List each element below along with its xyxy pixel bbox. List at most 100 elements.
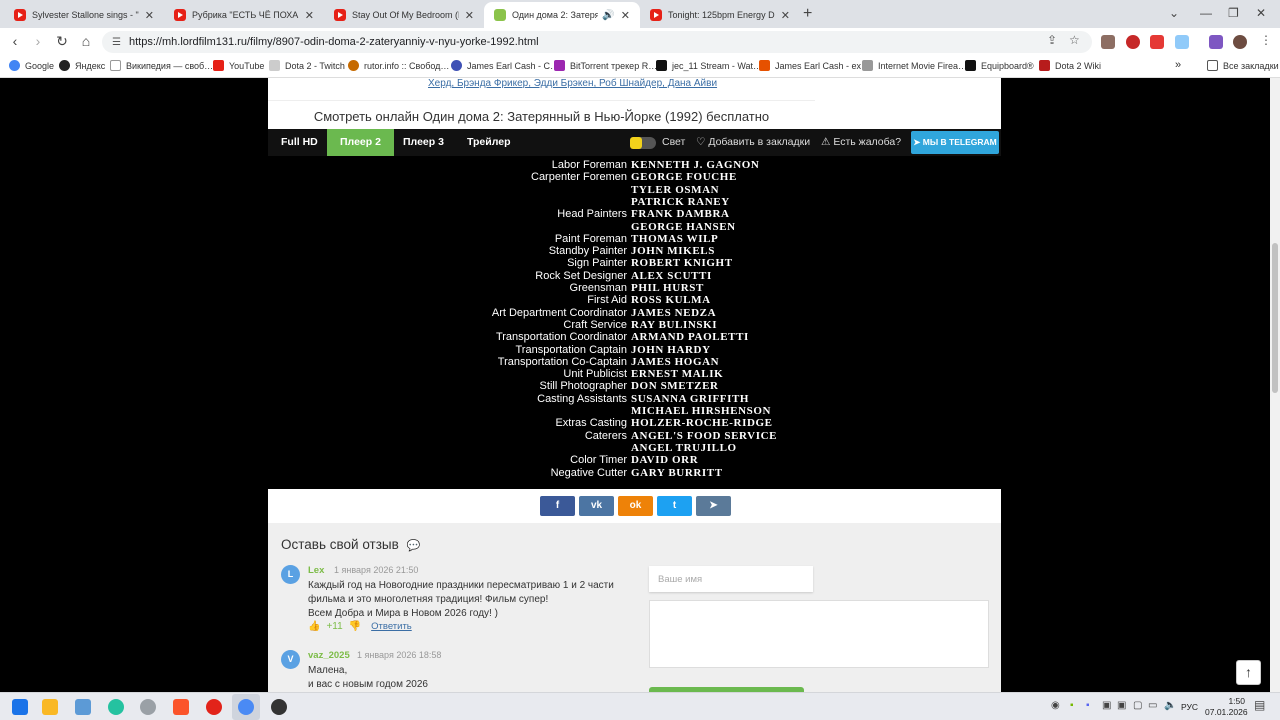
reply-link[interactable]: Ответить <box>371 621 412 632</box>
browser-tab[interactable]: Sylvester Stallone sings - "Drink ✕ <box>4 2 164 28</box>
extension-icon[interactable] <box>1150 35 1164 49</box>
back-icon[interactable]: ‹ <box>6 33 24 49</box>
chrome-icon[interactable] <box>238 699 254 715</box>
light-toggle[interactable] <box>630 137 656 149</box>
bookmark-star-icon[interactable]: ☆ <box>1069 33 1080 47</box>
page-scrollbar[interactable] <box>1270 78 1280 692</box>
bookmark-item[interactable]: jec_11 Stream - Wat… <box>656 60 762 71</box>
tiktok-icon[interactable] <box>108 699 124 715</box>
comment-textarea[interactable] <box>649 600 989 668</box>
bookmark-item[interactable]: BitTorrent трекер R… <box>554 60 657 71</box>
language-indicator[interactable]: РУС <box>1181 702 1198 712</box>
share-button[interactable]: t <box>657 496 692 516</box>
menu-kebab-icon[interactable]: ⋮ <box>1260 33 1272 47</box>
bookmark-item[interactable]: Dota 2 Wiki <box>1039 60 1101 71</box>
tray-app-icon[interactable]: ▣ <box>1117 700 1126 711</box>
volume-icon[interactable]: 🔈 <box>1164 700 1176 711</box>
start-menu-icon[interactable] <box>12 699 28 715</box>
site-info-icon[interactable]: ☰ <box>112 37 121 48</box>
reload-icon[interactable]: ↻ <box>53 33 71 50</box>
browser-tab-active[interactable]: Один дома 2: Затерянный 🔊 ✕ <box>484 2 640 28</box>
close-icon[interactable]: ✕ <box>781 9 790 22</box>
all-bookmarks-folder[interactable]: Все закладки <box>1207 60 1279 71</box>
comment-author[interactable]: vaz_2025 <box>308 650 350 661</box>
lordfilm-icon <box>494 9 506 21</box>
obs-icon[interactable] <box>271 699 287 715</box>
bookmark-item[interactable]: Яндекс <box>59 60 105 71</box>
comment-author[interactable]: Lex <box>308 565 324 576</box>
bookmark-item[interactable]: Internet Movie Firea… <box>862 60 967 71</box>
bookmark-item[interactable]: rutor.info :: Свобод… <box>348 60 449 71</box>
youtube-icon <box>14 9 26 21</box>
window-close-icon[interactable]: ✕ <box>1256 6 1266 20</box>
home-icon[interactable]: ⌂ <box>77 33 95 49</box>
close-icon[interactable]: ✕ <box>465 9 474 22</box>
browser-tab[interactable]: Stay Out Of My Bedroom (Rhin ✕ <box>324 2 484 28</box>
tab-title: Stay Out Of My Bedroom (Rhin <box>352 10 459 20</box>
profile-avatar[interactable] <box>1233 35 1247 49</box>
extension-icon[interactable] <box>1126 35 1140 49</box>
comments-heading-text: Оставь свой отзыв <box>281 537 399 552</box>
network-icon[interactable]: ▭ <box>1148 700 1157 711</box>
address-bar[interactable]: ☰ https://mh.lordfilm131.ru/filmy/8907-o… <box>102 31 1092 53</box>
new-tab-icon[interactable]: + <box>803 5 812 23</box>
close-icon[interactable]: ✕ <box>621 9 630 22</box>
forward-icon[interactable]: › <box>29 33 47 49</box>
url-text[interactable]: https://mh.lordfilm131.ru/filmy/8907-odi… <box>129 36 539 48</box>
bookmark-item[interactable]: Википедия — своб… <box>110 60 213 71</box>
close-icon[interactable]: ✕ <box>305 9 314 22</box>
extension-icon[interactable] <box>1209 35 1223 49</box>
thumbs-up-icon[interactable]: 👍 <box>308 621 320 632</box>
youtube-icon <box>650 9 662 21</box>
tray-app-icon[interactable]: ◉ <box>1051 700 1060 711</box>
minimize-icon[interactable]: — <box>1200 6 1212 20</box>
add-bookmark-link[interactable]: ♡ Добавить в закладки <box>696 129 810 156</box>
discord-icon[interactable]: ▪ <box>1086 700 1090 711</box>
video-player[interactable]: Labor Foreman KENNETH J. GAGNON Carpenter … <box>268 156 1001 489</box>
share-button[interactable]: ➤ <box>696 496 731 516</box>
browser-tab[interactable]: Рубрика "ЕСТЬ ЧЁ ПОХАВАТЬ ✕ <box>164 2 324 28</box>
credit-role: Still Photographer <box>539 380 627 393</box>
scrollbar-thumb[interactable] <box>1272 243 1278 393</box>
credit-name: JAMES NEDZA <box>631 306 717 319</box>
tab-player-2[interactable]: Плеер 2 <box>327 129 394 156</box>
close-icon[interactable]: ✕ <box>145 9 154 22</box>
bookmark-item[interactable]: James Earl Cash - C… <box>451 60 559 71</box>
bookmark-item[interactable]: Equipboard® <box>965 60 1034 71</box>
bookmark-item[interactable]: Dota 2 - Twitch <box>269 60 345 71</box>
share-button[interactable]: ok <box>618 496 653 516</box>
bookmark-item[interactable]: YouTube <box>213 60 264 71</box>
audio-playing-icon[interactable]: 🔊 <box>602 10 614 21</box>
bookmark-item[interactable]: Google <box>9 60 54 71</box>
notifications-icon[interactable]: ▤ <box>1254 698 1265 712</box>
comment-date: 1 января 2026 21:50 <box>334 565 419 575</box>
thumbs-down-icon[interactable]: 👎 <box>349 621 361 632</box>
share-button[interactable]: vk <box>579 496 614 516</box>
browser-tab[interactable]: Tonight: 125bpm Energy Deep ✕ <box>640 2 800 28</box>
share-button[interactable]: f <box>540 496 575 516</box>
vivaldi-icon[interactable] <box>206 699 222 715</box>
notepad-icon[interactable] <box>75 699 91 715</box>
app-icon[interactable] <box>140 699 156 715</box>
name-input[interactable] <box>649 566 813 592</box>
file-explorer-icon[interactable] <box>42 699 58 715</box>
restore-icon[interactable]: ❐ <box>1228 6 1239 20</box>
tray-app-icon[interactable]: ▢ <box>1133 700 1142 711</box>
share-page-icon[interactable]: ⇪ <box>1047 33 1057 47</box>
tab-player-3[interactable]: Плеер 3 <box>390 129 457 156</box>
telegram-button[interactable]: ➤ МЫ В TELEGRAM <box>911 131 999 154</box>
brave-icon[interactable] <box>173 699 189 715</box>
tab-search-icon[interactable]: ⌄ <box>1169 6 1179 20</box>
nvidia-icon[interactable]: ▪ <box>1070 700 1074 711</box>
clock[interactable]: 1:50 07.01.2026 <box>1205 696 1248 718</box>
extensions-puzzle-icon[interactable] <box>1175 35 1189 49</box>
bookmark-item[interactable]: James Earl Cash - ex… <box>759 60 870 71</box>
tray-app-icon[interactable]: ▣ <box>1102 700 1111 711</box>
extension-icon[interactable] <box>1101 35 1115 49</box>
more-bookmarks-icon[interactable]: » <box>1175 59 1181 71</box>
scroll-to-top-button[interactable]: ↑ <box>1236 660 1261 685</box>
tab-full-hd[interactable]: Full HD <box>268 129 331 156</box>
cast-links[interactable]: Херд, Брэнда Фрикер, Эдди Брэкен, Роб Шн… <box>428 78 813 88</box>
complaint-link[interactable]: ⚠ Есть жалоба? <box>821 129 901 156</box>
tab-trailer[interactable]: Трейлер <box>454 129 524 156</box>
